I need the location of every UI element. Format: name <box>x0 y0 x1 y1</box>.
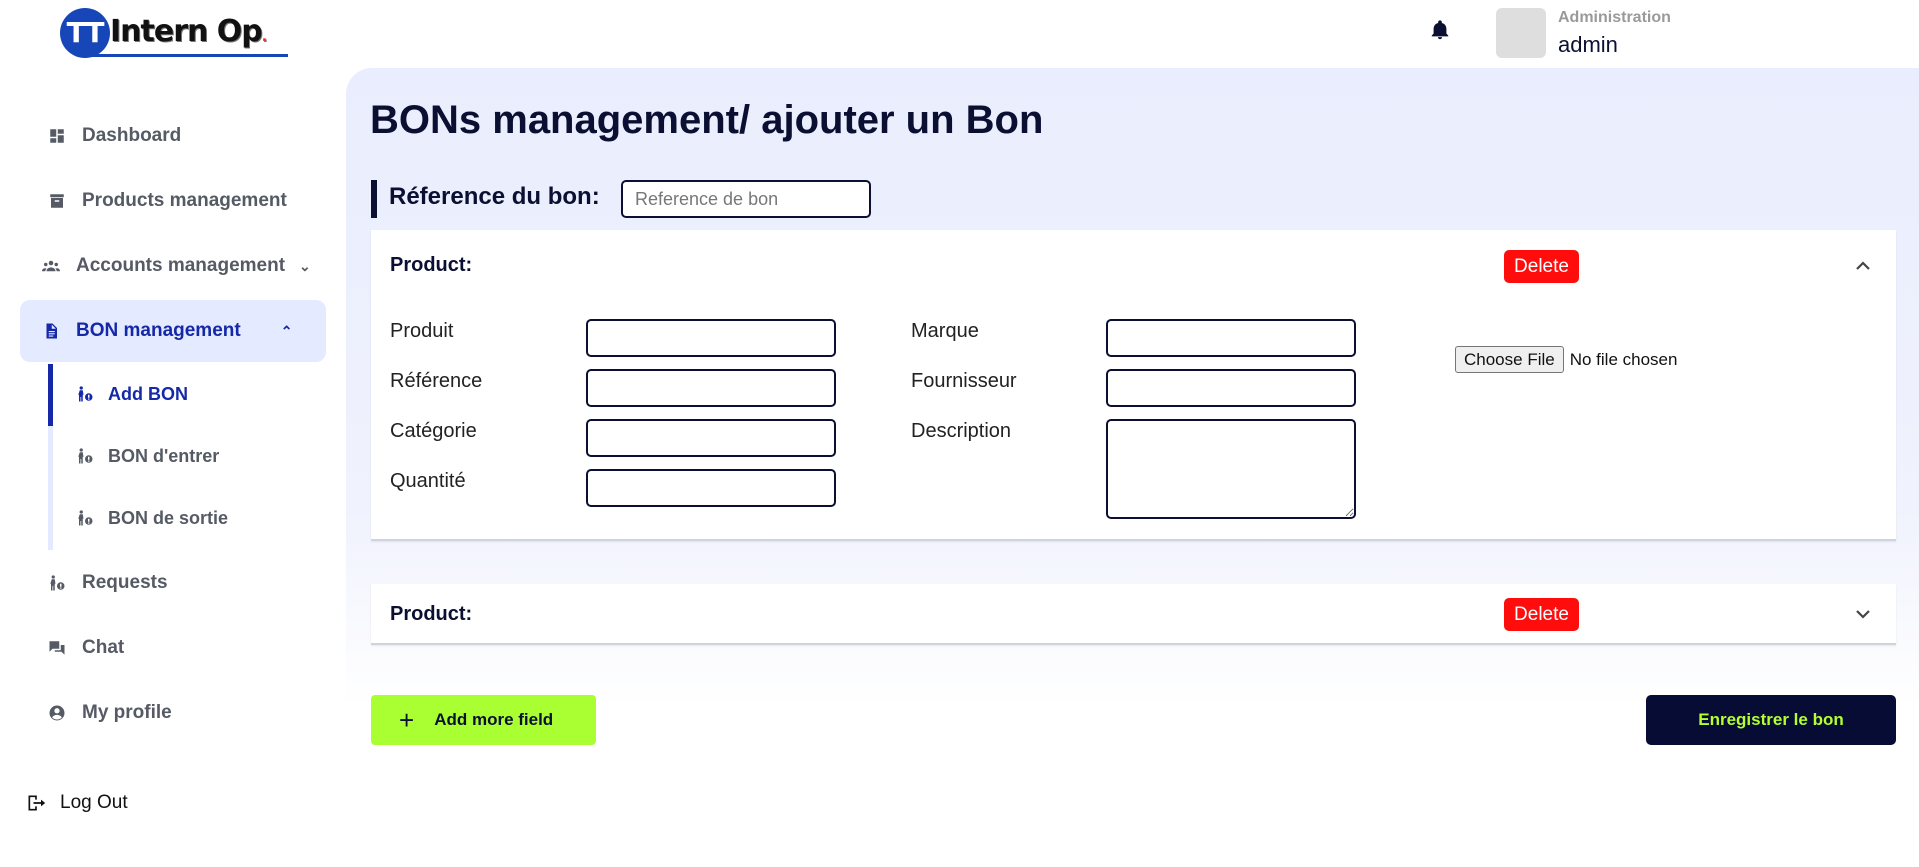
dashboard-icon <box>50 129 64 143</box>
categorie-label: Catégorie <box>390 420 477 442</box>
reference-label: Réference du bon: <box>389 183 600 210</box>
sidebar-item-label: BON management <box>76 320 241 341</box>
submenu-item-label: BON d'entrer <box>108 445 220 466</box>
document-icon <box>46 323 57 339</box>
add-more-field-label: Add more field <box>434 710 554 729</box>
delete-product-button[interactable]: Delete <box>1504 598 1579 631</box>
reference-field-input[interactable] <box>586 369 836 407</box>
reference-input[interactable] <box>621 180 871 218</box>
sidebar: Dashboard Products management Accounts m… <box>0 0 346 867</box>
users-group-icon <box>42 260 60 272</box>
reference-field-label: Référence <box>390 370 483 392</box>
username: admin <box>1558 32 1618 57</box>
reference-accent-bar <box>371 180 377 218</box>
sidebar-item-label: Requests <box>82 572 168 593</box>
file-upload[interactable]: Choose File No file chosen <box>1455 346 1677 373</box>
product-card: Product: Delete <box>371 584 1896 645</box>
chevron-up-icon[interactable] <box>1851 254 1875 278</box>
description-label: Description <box>911 420 1012 442</box>
categorie-input[interactable] <box>586 419 836 457</box>
submenu-item-label: Add BON <box>108 383 188 404</box>
submenu-item-label: BON de sortie <box>108 507 229 528</box>
sidebar-item-dashboard[interactable]: Dashboard <box>20 105 326 167</box>
avatar[interactable] <box>1496 8 1546 58</box>
produit-input[interactable] <box>586 319 836 357</box>
sidebar-item-accounts[interactable]: Accounts management ⌄ <box>20 235 326 297</box>
sidebar-item-bon-management[interactable]: BON management ⌃ <box>20 300 326 362</box>
submenu-item-bon-sortie[interactable]: BON de sortie <box>76 487 228 549</box>
chevron-down-icon[interactable] <box>1851 602 1875 626</box>
user-role: Administration <box>1558 9 1671 26</box>
archive-box-icon <box>50 194 64 208</box>
submenu-item-bon-entrer[interactable]: BON d'entrer <box>76 425 219 487</box>
sidebar-item-products[interactable]: Products management <box>20 170 326 232</box>
chat-bubbles-icon <box>49 641 65 655</box>
quantite-input[interactable] <box>586 469 836 507</box>
sidebar-item-label: Accounts management <box>76 255 286 276</box>
notification-bell-icon[interactable] <box>1429 18 1451 42</box>
person-request-icon <box>78 448 93 464</box>
app-root: TT Intern Op. Administration admin Dashb… <box>0 0 1919 867</box>
add-more-field-button[interactable]: + Add more field <box>371 695 596 745</box>
submenu-item-add-bon[interactable]: Add BON <box>76 363 188 425</box>
page-title: BONs management/ ajouter un Bon <box>370 98 1044 142</box>
plus-icon: + <box>399 705 415 735</box>
user-circle-icon <box>49 705 65 721</box>
fournisseur-input[interactable] <box>1106 369 1356 407</box>
choose-file-button[interactable]: Choose File <box>1455 346 1564 373</box>
product-card: Product: Delete Produit Référence Catégo… <box>371 230 1896 541</box>
delete-product-button[interactable]: Delete <box>1504 250 1579 283</box>
marque-input[interactable] <box>1106 319 1356 357</box>
logout-icon <box>28 795 46 811</box>
file-status: No file chosen <box>1569 349 1678 369</box>
sidebar-item-chat[interactable]: Chat <box>20 617 326 679</box>
person-request-icon <box>50 575 65 591</box>
sidebar-item-profile[interactable]: My profile <box>20 682 326 744</box>
product-card-title: Product: <box>390 254 473 276</box>
person-request-icon <box>78 386 93 402</box>
sidebar-item-label: My profile <box>82 702 172 723</box>
main-content: BONs management/ ajouter un Bon Réferenc… <box>346 68 1919 867</box>
logout-button[interactable]: Log Out <box>26 792 128 814</box>
sidebar-item-label: Products management <box>82 190 287 211</box>
submenu-active-indicator <box>48 364 53 426</box>
marque-label: Marque <box>911 320 979 342</box>
sidebar-item-label: Dashboard <box>82 125 182 146</box>
sidebar-item-label: Chat <box>82 637 125 658</box>
description-textarea[interactable] <box>1106 419 1356 519</box>
chevron-up-icon: ⌃ <box>280 322 293 339</box>
quantite-label: Quantité <box>390 470 466 492</box>
sidebar-item-requests[interactable]: Requests <box>20 552 326 614</box>
person-request-icon <box>78 510 93 526</box>
produit-label: Produit <box>390 320 454 342</box>
fournisseur-label: Fournisseur <box>911 370 1017 392</box>
product-card-title: Product: <box>390 603 473 625</box>
logout-label: Log Out <box>60 792 128 813</box>
save-bon-button[interactable]: Enregistrer le bon <box>1646 695 1896 745</box>
chevron-down-icon: ⌄ <box>299 257 311 274</box>
